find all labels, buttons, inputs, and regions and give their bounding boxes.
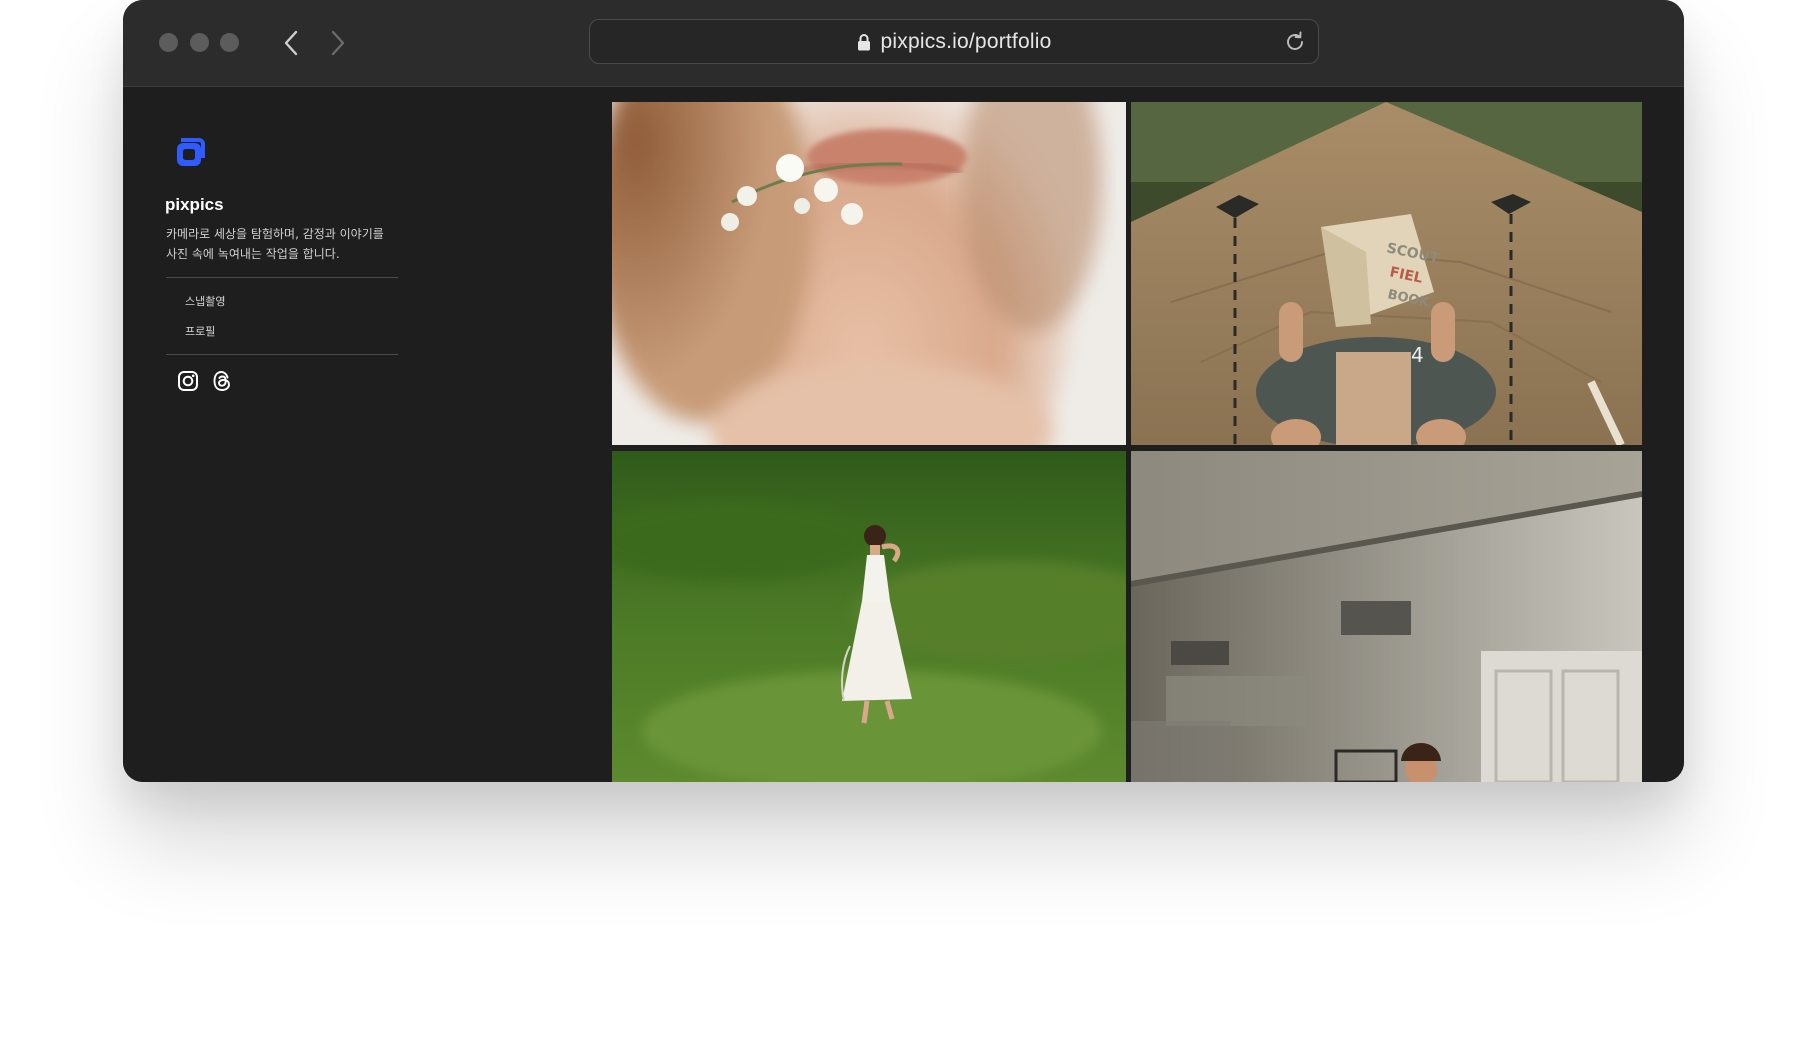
gallery-photo-1[interactable] [612, 102, 1126, 445]
photo-scout-field-book: SCOUT FIEL BOOK 4 [1131, 102, 1642, 445]
browser-window: pixpics.io/portfolio pixpics 카메라로 세상을 탐험… [123, 0, 1684, 782]
address-bar[interactable]: pixpics.io/portfolio [589, 19, 1319, 64]
gallery-photo-3[interactable] [612, 451, 1126, 782]
gallery-photo-4[interactable] [1131, 451, 1642, 782]
minimize-window-button[interactable] [190, 33, 209, 52]
forward-button[interactable] [323, 26, 353, 60]
photo-woman-grass-field [612, 451, 1126, 782]
svg-text:4: 4 [1411, 343, 1424, 367]
photo-woman-flowers [612, 102, 1126, 445]
close-window-button[interactable] [159, 33, 178, 52]
divider [166, 354, 398, 355]
pixpics-logo[interactable] [173, 134, 209, 170]
lock-icon [857, 33, 870, 50]
photo-woman-in-room [1131, 451, 1642, 782]
divider [166, 277, 398, 278]
chevron-left-icon [284, 30, 298, 56]
menu-item-snap[interactable]: 스냅촬영 [185, 293, 225, 309]
url-text: pixpics.io/portfolio [880, 29, 1052, 53]
menu-item-profile[interactable]: 프로필 [185, 323, 215, 339]
brand-description: 카메라로 세상을 탐험하며, 감정과 이야기를 사진 속에 녹여내는 작업을 합… [166, 227, 384, 261]
threads-link[interactable] [209, 368, 235, 394]
sidebar: pixpics 카메라로 세상을 탐험하며, 감정과 이야기를 사진 속에 녹여… [123, 87, 603, 782]
page-content: pixpics 카메라로 세상을 탐험하며, 감정과 이야기를 사진 속에 녹여… [123, 87, 1684, 782]
maximize-window-button[interactable] [220, 33, 239, 52]
brand-name[interactable]: pixpics [165, 195, 224, 215]
browser-toolbar: pixpics.io/portfolio [123, 0, 1684, 87]
back-button[interactable] [276, 26, 306, 60]
chevron-right-icon [331, 30, 345, 56]
threads-icon [213, 371, 230, 391]
instagram-link[interactable] [175, 368, 201, 394]
instagram-icon [178, 371, 198, 391]
gallery-photo-2[interactable]: SCOUT FIEL BOOK 4 [1131, 102, 1642, 445]
reload-icon[interactable] [1282, 29, 1308, 55]
